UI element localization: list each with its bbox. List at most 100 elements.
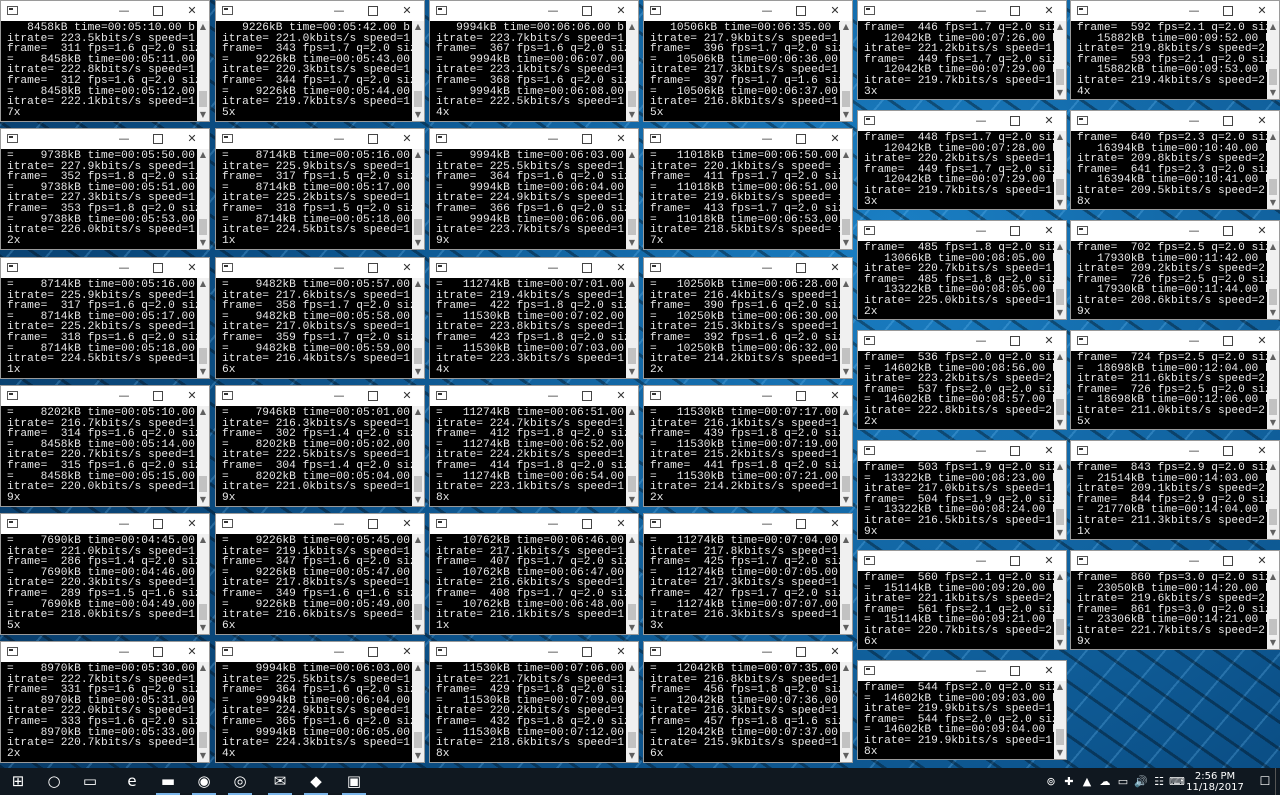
scrollbar-thumb[interactable]	[842, 604, 850, 620]
console-output[interactable]: = 10250kB time=00:06:28.00 b itrate= 216.…	[644, 278, 851, 378]
close-button[interactable]: ✕	[1245, 331, 1279, 351]
console-window[interactable]: — ✕ 8458kB time=00:05:10.00 b itrate= 223.…	[0, 0, 210, 122]
scroll-down-arrow-icon[interactable]: ▼	[1054, 747, 1066, 759]
scroll-up-arrow-icon[interactable]: ▲	[1054, 571, 1066, 583]
scroll-up-arrow-icon[interactable]: ▲	[412, 278, 424, 290]
scroll-up-arrow-icon[interactable]: ▲	[626, 534, 638, 546]
console-app-icon[interactable]	[864, 116, 875, 125]
close-button[interactable]: ✕	[818, 642, 852, 662]
window-titlebar[interactable]: — ✕	[858, 661, 1066, 681]
close-button[interactable]: ✕	[1032, 551, 1066, 571]
vertical-scrollbar[interactable]: ▲ ▼	[840, 534, 852, 634]
minimize-button[interactable]: —	[536, 386, 570, 406]
console-app-icon[interactable]	[864, 446, 875, 455]
window-titlebar[interactable]: — ✕	[644, 1, 852, 21]
console-output[interactable]: frame= 503 fps=1.9 q=2.0 size = 13322kB t…	[858, 461, 1065, 539]
scroll-down-arrow-icon[interactable]: ▼	[1267, 527, 1279, 539]
scroll-down-arrow-icon[interactable]: ▼	[1054, 417, 1066, 429]
maximize-button[interactable]	[784, 1, 818, 21]
scroll-down-arrow-icon[interactable]: ▼	[412, 494, 424, 506]
minimize-button[interactable]: —	[536, 258, 570, 278]
scroll-up-arrow-icon[interactable]: ▲	[412, 662, 424, 674]
clock[interactable]: 2:56 PM 11/18/2017	[1180, 771, 1250, 793]
vertical-scrollbar[interactable]: ▲ ▼	[626, 149, 638, 249]
search-button[interactable]: ○	[36, 768, 72, 795]
scroll-up-arrow-icon[interactable]: ▲	[412, 21, 424, 33]
vertical-scrollbar[interactable]: ▲ ▼	[626, 406, 638, 506]
scroll-down-arrow-icon[interactable]: ▼	[197, 494, 209, 506]
maximize-button[interactable]	[570, 129, 604, 149]
console-output[interactable]: 8458kB time=00:05:10.00 b itrate= 223.5kb…	[1, 21, 208, 121]
vertical-scrollbar[interactable]: ▲ ▼	[1054, 131, 1066, 209]
scroll-down-arrow-icon[interactable]: ▼	[840, 750, 852, 762]
maximize-button[interactable]	[998, 551, 1032, 571]
scrollbar-thumb[interactable]	[1056, 179, 1064, 195]
window-titlebar[interactable]: — ✕	[1071, 111, 1279, 131]
scroll-down-arrow-icon[interactable]: ▼	[197, 750, 209, 762]
file-explorer-button[interactable]: ▬	[150, 768, 186, 795]
scroll-up-arrow-icon[interactable]: ▲	[626, 662, 638, 674]
scrollbar-thumb[interactable]	[1269, 69, 1277, 85]
vertical-scrollbar[interactable]: ▲ ▼	[412, 662, 424, 762]
minimize-button[interactable]: —	[964, 1, 998, 21]
console-app-icon[interactable]	[436, 519, 447, 528]
console-output[interactable]: 10506kB time=00:06:35.00 b itrate= 217.9k…	[644, 21, 851, 121]
scroll-down-arrow-icon[interactable]: ▼	[1054, 637, 1066, 649]
task-view-button[interactable]: ▭	[72, 768, 108, 795]
scroll-up-arrow-icon[interactable]: ▲	[1267, 351, 1279, 363]
window-titlebar[interactable]: — ✕	[858, 551, 1066, 571]
window-titlebar[interactable]: — ✕	[216, 129, 424, 149]
minimize-button[interactable]: —	[1177, 221, 1211, 241]
console-app-icon[interactable]	[864, 666, 875, 675]
scroll-up-arrow-icon[interactable]: ▲	[840, 662, 852, 674]
minimize-button[interactable]: —	[107, 514, 141, 534]
console-window[interactable]: — ✕ = 7946kB time=00:05:01.00 b itrate= 216…	[215, 385, 425, 507]
console-output[interactable]: = 8970kB time=00:05:30.00 b itrate= 222.7…	[1, 662, 208, 762]
minimize-button[interactable]: —	[536, 642, 570, 662]
window-titlebar[interactable]: — ✕	[1, 1, 209, 21]
window-titlebar[interactable]: — ✕	[430, 642, 638, 662]
vertical-scrollbar[interactable]: ▲ ▼	[1054, 21, 1066, 99]
window-titlebar[interactable]: — ✕	[1, 514, 209, 534]
window-titlebar[interactable]: — ✕	[858, 111, 1066, 131]
scroll-up-arrow-icon[interactable]: ▲	[626, 278, 638, 290]
console-output[interactable]: frame= 485 fps=1.8 q=2.0 size 13066kB ti…	[858, 241, 1065, 319]
maximize-button[interactable]	[356, 386, 390, 406]
vertical-scrollbar[interactable]: ▲ ▼	[1054, 461, 1066, 539]
console-output[interactable]: = 11530kB time=00:07:06.00 b itrate= 221.…	[430, 662, 637, 762]
close-button[interactable]: ✕	[818, 1, 852, 21]
scroll-up-arrow-icon[interactable]: ▲	[840, 21, 852, 33]
scrollbar-thumb[interactable]	[414, 91, 422, 107]
scrollbar-thumb[interactable]	[1269, 179, 1277, 195]
console-window[interactable]: — ✕ = 11274kB time=00:06:51.00 b itrate= 22…	[429, 385, 639, 507]
scrollbar-thumb[interactable]	[842, 348, 850, 364]
vertical-scrollbar[interactable]: ▲ ▼	[840, 21, 852, 121]
scrollbar-thumb[interactable]	[199, 91, 207, 107]
tray-up-arrow-icon[interactable]: ▲	[1078, 768, 1096, 795]
console-app-icon[interactable]	[222, 647, 233, 656]
maximize-button[interactable]	[998, 331, 1032, 351]
console-output[interactable]: = 7946kB time=00:05:01.00 b itrate= 216.3…	[216, 406, 423, 506]
window-titlebar[interactable]: — ✕	[858, 331, 1066, 351]
vertical-scrollbar[interactable]: ▲ ▼	[1267, 351, 1279, 429]
console-window[interactable]: — ✕ frame= 446 fps=1.7 q=2.0 size 12042kB …	[857, 0, 1067, 100]
console-app-icon[interactable]	[7, 519, 18, 528]
scroll-up-arrow-icon[interactable]: ▲	[840, 278, 852, 290]
console-output[interactable]: = 9994kB time=00:06:03.00 b itrate= 225.5…	[216, 662, 423, 762]
maximize-button[interactable]	[784, 514, 818, 534]
minimize-button[interactable]: —	[107, 386, 141, 406]
scrollbar-thumb[interactable]	[842, 476, 850, 492]
vertical-scrollbar[interactable]: ▲ ▼	[840, 406, 852, 506]
scrollbar-thumb[interactable]	[1056, 729, 1064, 745]
maximize-button[interactable]	[141, 1, 175, 21]
window-titlebar[interactable]: — ✕	[1071, 1, 1279, 21]
close-button[interactable]: ✕	[1032, 441, 1066, 461]
scrollbar-thumb[interactable]	[628, 219, 636, 235]
console-window[interactable]: — ✕ = 11274kB time=00:07:04.00 b itrate= 21…	[643, 513, 853, 635]
close-button[interactable]: ✕	[1032, 111, 1066, 131]
scroll-down-arrow-icon[interactable]: ▼	[840, 494, 852, 506]
vertical-scrollbar[interactable]: ▲ ▼	[412, 534, 424, 634]
console-window[interactable]: — ✕ = 11530kB time=00:07:06.00 b itrate= 22…	[429, 641, 639, 763]
maximize-button[interactable]	[998, 221, 1032, 241]
scroll-down-arrow-icon[interactable]: ▼	[412, 237, 424, 249]
